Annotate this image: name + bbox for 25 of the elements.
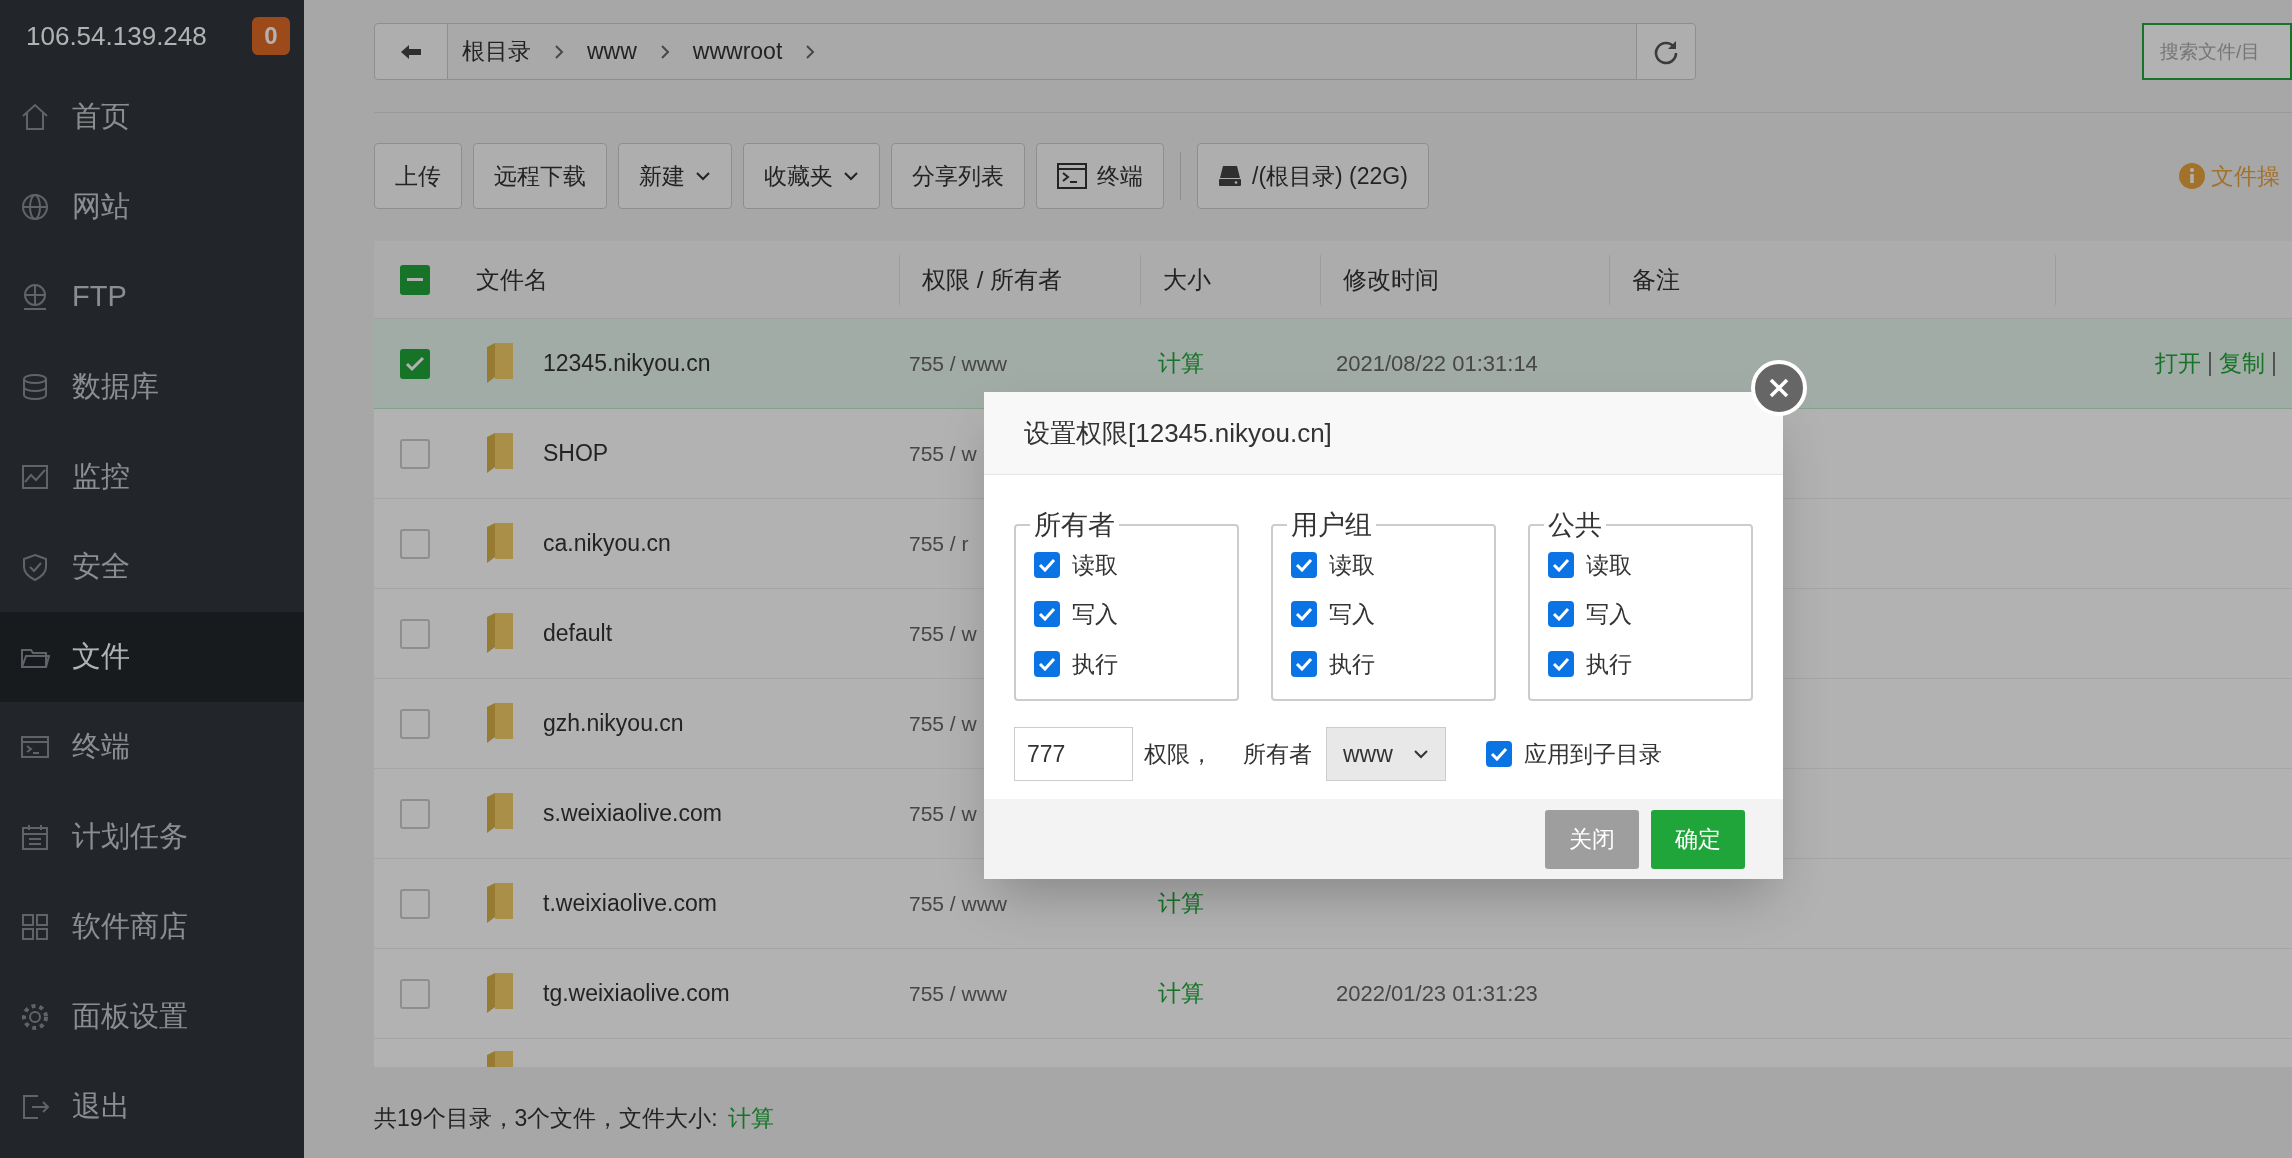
permissions-text: 755 / w [909, 801, 977, 825]
server-ip: 106.54.139.248 [26, 19, 207, 53]
option-label: 应用到子目录 [1524, 739, 1662, 769]
option-label: 写入 [1586, 600, 1632, 629]
permissions-text: 755 / r [909, 531, 969, 555]
permissions-text: 755 / w [909, 621, 977, 645]
permissions-text: 755 / www [909, 981, 1008, 1005]
option-label: 读取 [1329, 550, 1375, 580]
owner-label: 所有者 [1243, 739, 1312, 769]
permissions-text: 755 / www [909, 351, 1008, 375]
option-label: 写入 [1072, 600, 1118, 629]
option-label: 执行 [1072, 649, 1118, 679]
option-label: 执行 [1329, 649, 1375, 679]
permissions-text: 755 / w [909, 711, 977, 735]
option-label: 写入 [1329, 600, 1375, 629]
summary-text: 共19个目录，3个文件，文件大小: [374, 1104, 718, 1133]
option-label: 执行 [1586, 649, 1632, 679]
permission-label: 权限， [1144, 739, 1213, 769]
modified-time: 2021/08/22 01:31:14 [1336, 351, 1538, 376]
permissions-text: 755 / www [909, 891, 1008, 915]
permissions-text: 755 / w [909, 441, 977, 465]
dialog-title: 设置权限[12345.nikyou.cn] [1024, 416, 1332, 450]
option-label: 读取 [1586, 550, 1632, 580]
option-label: 读取 [1072, 550, 1118, 580]
modified-time: 2022/01/23 01:31:23 [1336, 981, 1538, 1006]
